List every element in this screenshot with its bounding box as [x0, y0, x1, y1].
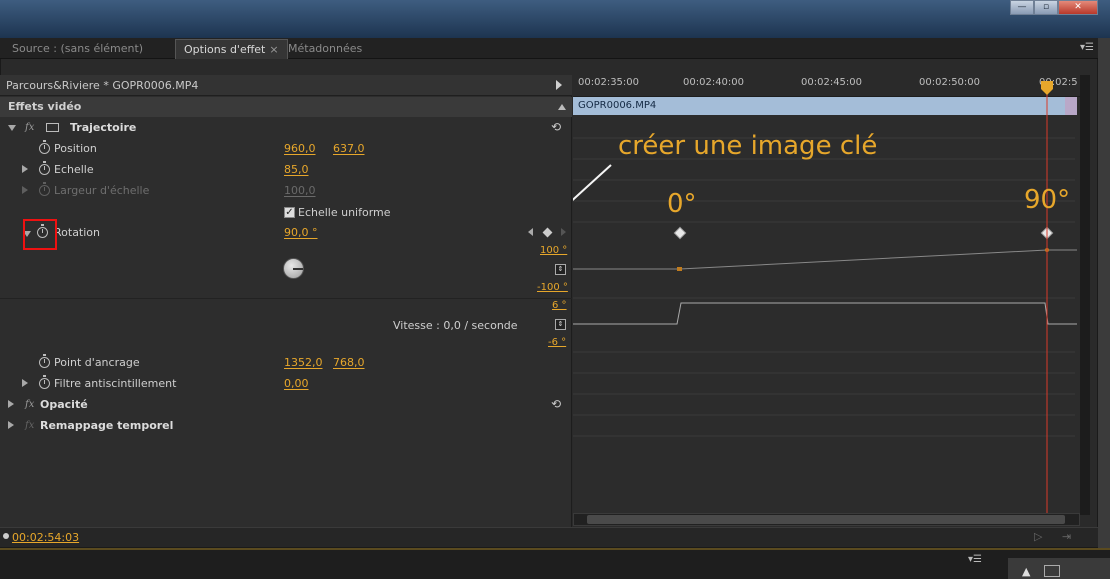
- next-keyframe-icon[interactable]: [561, 228, 566, 236]
- minimize-button[interactable]: —: [1010, 0, 1034, 15]
- fx-icon[interactable]: fx: [25, 394, 34, 415]
- anchor-y-value[interactable]: 768,0: [333, 352, 365, 373]
- velocity-readout: Vitesse : 0,0 / seconde: [393, 319, 518, 332]
- keyframe-point: [677, 267, 682, 271]
- annotation-zero-degrees: 0°: [667, 189, 697, 219]
- clip-name: Parcours&Riviere * GOPR0006.MP4: [0, 75, 572, 96]
- param-row-rotation: Rotation 90,0 °: [0, 222, 572, 243]
- panel-edge: [1098, 38, 1110, 548]
- add-keyframe-icon[interactable]: [542, 227, 553, 238]
- antiflicker-value[interactable]: 0,00: [284, 373, 309, 394]
- track-select-tool-icon[interactable]: [1044, 565, 1060, 577]
- position-y-value[interactable]: 637,0: [333, 138, 365, 159]
- tab-effect-options-label: Options d'effet: [184, 43, 266, 56]
- velocity-max-label: 6 °: [552, 300, 567, 311]
- panel-menu-icon[interactable]: ▾☰: [1080, 42, 1094, 53]
- window-title-bar: [0, 0, 1110, 38]
- position-x-value[interactable]: 960,0: [284, 138, 316, 159]
- vertical-scrollbar[interactable]: [1080, 75, 1090, 515]
- param-row-echelle: Echelle 85,0: [0, 159, 572, 180]
- selection-tool-icon[interactable]: ▲: [1022, 565, 1030, 578]
- divider: [0, 298, 572, 299]
- expand-toggle-icon[interactable]: [8, 400, 14, 408]
- value-curve: [573, 249, 1077, 270]
- tab-effect-options[interactable]: Options d'effet ×: [175, 39, 288, 59]
- annotation-ninety-degrees: 90°: [1024, 185, 1071, 215]
- effect-label: Opacité: [40, 398, 88, 411]
- expand-toggle-icon[interactable]: [8, 125, 16, 131]
- effect-row-opacite: fx Opacité ⟲: [0, 394, 572, 415]
- lower-panel-strip: [0, 548, 1110, 579]
- play-arrow-icon[interactable]: [556, 80, 562, 90]
- maximize-button[interactable]: ▫: [1034, 0, 1058, 15]
- effect-row-remappage: fx Remappage temporel: [0, 415, 572, 436]
- tab-source-label: Source : (sans élément): [12, 42, 144, 55]
- param-row-antiscint: Filtre antiscintillement 0,00: [0, 373, 572, 394]
- param-label: Point d'ancrage: [54, 356, 140, 369]
- current-timecode[interactable]: 00:02:54:03: [12, 531, 79, 544]
- expand-toggle-icon[interactable]: [22, 186, 28, 194]
- expand-toggle-icon[interactable]: [22, 165, 28, 173]
- horizontal-scrollbar-thumb[interactable]: [587, 515, 1065, 524]
- effect-label: Trajectoire: [70, 121, 137, 134]
- tab-metadata[interactable]: Métadonnées: [280, 39, 370, 59]
- panel-menu-icon[interactable]: ▾☰: [968, 554, 982, 565]
- scale-width-value: 100,0: [284, 184, 316, 197]
- timecode-dot-icon: [3, 533, 9, 539]
- export-icon[interactable]: ⇥: [1062, 530, 1071, 543]
- stopwatch-icon[interactable]: [39, 161, 50, 175]
- annotation-arrow: [573, 164, 612, 201]
- effect-label: Remappage temporel: [40, 419, 174, 432]
- uniform-scale-checkbox[interactable]: ✓: [284, 207, 295, 218]
- stopwatch-icon[interactable]: [39, 140, 50, 154]
- tab-source[interactable]: Source : (sans élément): [4, 39, 151, 59]
- window-controls: — ▫ ✕: [1010, 0, 1098, 16]
- playhead-handle[interactable]: [1041, 81, 1053, 95]
- value-max-label: 100 °: [540, 245, 568, 256]
- value-min-label: -100 °: [537, 282, 568, 293]
- panel-tab-bar: Source : (sans élément) Options d'effet ×…: [0, 38, 1098, 59]
- param-row-ancrage: Point d'ancrage 1352,0 768,0: [0, 352, 572, 373]
- velocity-curve: [573, 302, 1077, 325]
- fx-icon[interactable]: fx: [25, 415, 34, 436]
- value-graph-scroll-icon[interactable]: ⇕: [555, 264, 566, 275]
- stopwatch-icon[interactable]: [39, 375, 50, 389]
- velocity-min-label: -6 °: [548, 337, 567, 348]
- loop-icon[interactable]: ▷: [1034, 530, 1042, 543]
- anchor-x-value[interactable]: 1352,0: [284, 352, 323, 373]
- reset-icon[interactable]: ⟲: [551, 117, 561, 138]
- expand-toggle-icon[interactable]: [22, 379, 28, 387]
- uniform-scale-label: Echelle uniforme: [298, 206, 391, 219]
- param-row-position: Position 960,0 637,0: [0, 138, 572, 159]
- scroll-up-icon[interactable]: [558, 104, 566, 110]
- section-header: Effets vidéo: [0, 97, 572, 117]
- prev-keyframe-icon[interactable]: [528, 228, 533, 236]
- fx-icon[interactable]: fx: [25, 117, 34, 138]
- keyframe-diamond[interactable]: [673, 226, 687, 240]
- param-label: Echelle: [54, 163, 94, 176]
- stopwatch-icon: [39, 182, 50, 196]
- param-label: Rotation: [54, 226, 101, 239]
- close-window-button[interactable]: ✕: [1058, 0, 1098, 15]
- tab-metadata-label: Métadonnées: [288, 42, 363, 55]
- transform-icon[interactable]: [46, 123, 59, 132]
- panel-footer: [0, 527, 1098, 547]
- rotation-dial[interactable]: [283, 258, 304, 279]
- stopwatch-icon[interactable]: [39, 354, 50, 368]
- reset-icon[interactable]: ⟲: [551, 394, 561, 415]
- scale-value[interactable]: 85,0: [284, 159, 309, 180]
- param-label: Position: [54, 142, 97, 155]
- param-label: Largeur d'échelle: [54, 184, 150, 197]
- highlight-box: [23, 219, 57, 250]
- velocity-graph-scroll-icon[interactable]: ⇕: [555, 319, 566, 330]
- param-label: Filtre antiscintillement: [54, 377, 177, 390]
- effect-row-trajectoire: fx Trajectoire ⟲: [0, 117, 572, 138]
- expand-toggle-icon[interactable]: [8, 421, 14, 429]
- close-tab-icon[interactable]: ×: [269, 43, 278, 56]
- annotation-text: créer une image clé: [618, 131, 878, 161]
- rotation-value[interactable]: 90,0 °: [284, 222, 318, 243]
- param-row-largeur: Largeur d'échelle 100,0: [0, 180, 572, 201]
